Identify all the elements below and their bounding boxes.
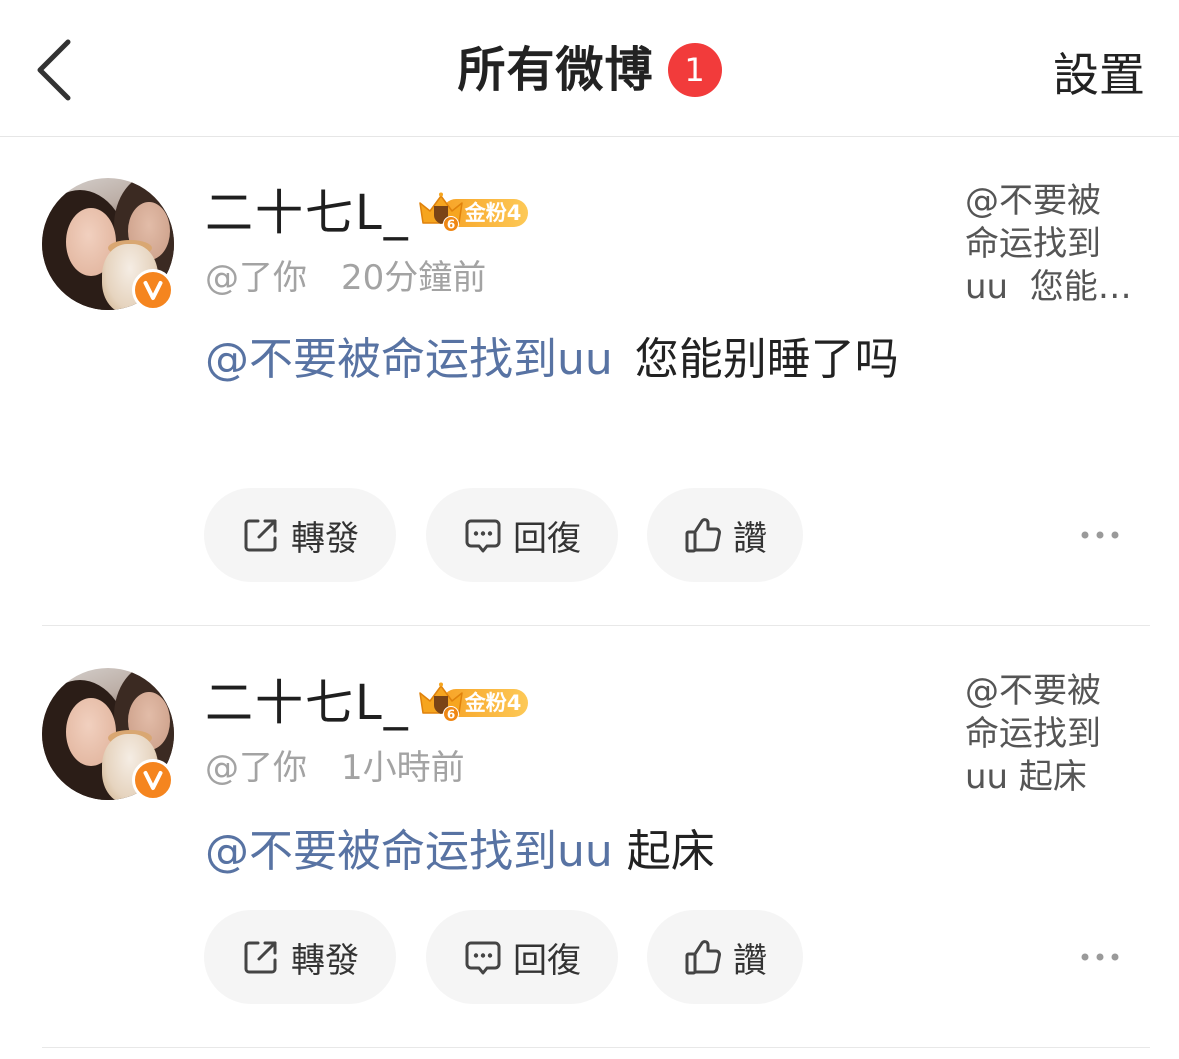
author-name[interactable]: 二十七L_: [205, 674, 410, 732]
more-dots-icon: [1081, 531, 1119, 539]
repost-button[interactable]: 轉發: [204, 488, 396, 582]
post-meta: @了你 20分鐘前: [205, 256, 486, 300]
action-bar: 轉發 回復 讚: [0, 488, 1179, 582]
post-text: 您能别睡了吗: [634, 334, 899, 385]
fan-level-badge: 金粉4 6: [418, 192, 530, 234]
crown-level: 6: [447, 218, 455, 232]
more-options-button[interactable]: [1080, 950, 1120, 964]
like-label: 讚: [733, 940, 767, 981]
timestamp: 1小時前: [341, 748, 465, 788]
quote-line: uu 起床: [965, 757, 1087, 797]
quote-line: 命运找到: [965, 224, 1101, 264]
avatar[interactable]: [42, 178, 174, 311]
nav-header: 所有微博 1 設置: [0, 0, 1179, 137]
unread-count-badge: 1: [667, 43, 722, 97]
comment-icon: [465, 519, 501, 553]
post-divider: [42, 1047, 1150, 1048]
post-content: @不要被命运找到uu 您能别睡了吗: [205, 333, 899, 387]
repost-label: 轉發: [291, 940, 359, 981]
thumbs-up-icon: [685, 518, 721, 553]
mention-handle: @了你: [205, 748, 307, 788]
verified-v-icon: [143, 281, 163, 300]
settings-button[interactable]: 設置: [1053, 46, 1145, 104]
avatar[interactable]: [42, 668, 174, 801]
reply-button[interactable]: 回復: [426, 910, 618, 1004]
reply-label: 回復: [513, 518, 581, 559]
quote-line: @不要被: [965, 181, 1101, 221]
like-button[interactable]: 讚: [647, 910, 803, 1004]
mention-link[interactable]: @不要被命运找到uu: [205, 334, 613, 385]
like-label: 讚: [733, 518, 767, 559]
verified-v-icon: [143, 771, 163, 790]
repost-icon: [244, 519, 277, 552]
post-content: @不要被命运找到uu 起床: [205, 825, 715, 879]
mention-handle: @了你: [205, 258, 307, 298]
post-text: 起床: [626, 826, 715, 877]
quote-line: uu 您能…: [965, 267, 1132, 307]
fan-badge-label: 金粉4: [464, 691, 522, 715]
more-options-button[interactable]: [1080, 528, 1120, 542]
more-dots-icon: [1081, 953, 1119, 961]
verified-badge: [132, 269, 174, 311]
post-meta: @了你 1小時前: [205, 746, 465, 790]
title-group: 所有微博 1: [0, 40, 1179, 100]
mention-link[interactable]: @不要被命运找到uu: [205, 826, 613, 877]
quote-line: 命运找到: [965, 714, 1101, 754]
repost-icon: [244, 941, 277, 974]
page-title: 所有微博: [457, 42, 654, 98]
timestamp: 20分鐘前: [341, 258, 487, 298]
action-bar: 轉發 回復 讚: [0, 910, 1179, 1004]
comment-icon: [465, 941, 501, 975]
mention-post[interactable]: 二十七L_ 金粉4 6 @了你 1小時前 @不要被 命运找到 uu 起床 @不要被…: [0, 626, 1179, 1059]
repost-label: 轉發: [291, 518, 359, 559]
crown-level: 6: [447, 708, 455, 722]
thumbs-up-icon: [685, 940, 721, 975]
reply-label: 回復: [513, 940, 581, 981]
repost-button[interactable]: 轉發: [204, 910, 396, 1004]
original-post-preview[interactable]: @不要被 命运找到 uu 您能…: [965, 180, 1155, 309]
author-row: 二十七L_ 金粉4 6: [205, 184, 530, 242]
mention-post[interactable]: 二十七L_ 金粉4 6 @了你 20分鐘前 @不要被 命运找到 uu 您能… @不…: [0, 136, 1179, 626]
author-row: 二十七L_ 金粉4 6: [205, 674, 530, 732]
crown-icon: 6: [418, 192, 464, 234]
original-post-preview[interactable]: @不要被 命运找到 uu 起床: [965, 670, 1155, 799]
reply-button[interactable]: 回復: [426, 488, 618, 582]
author-name[interactable]: 二十七L_: [205, 184, 410, 242]
fan-level-badge: 金粉4 6: [418, 682, 530, 724]
fan-badge-label: 金粉4: [464, 201, 522, 225]
verified-badge: [132, 759, 174, 801]
like-button[interactable]: 讚: [647, 488, 803, 582]
quote-line: @不要被: [965, 671, 1101, 711]
crown-icon: 6: [418, 682, 464, 724]
